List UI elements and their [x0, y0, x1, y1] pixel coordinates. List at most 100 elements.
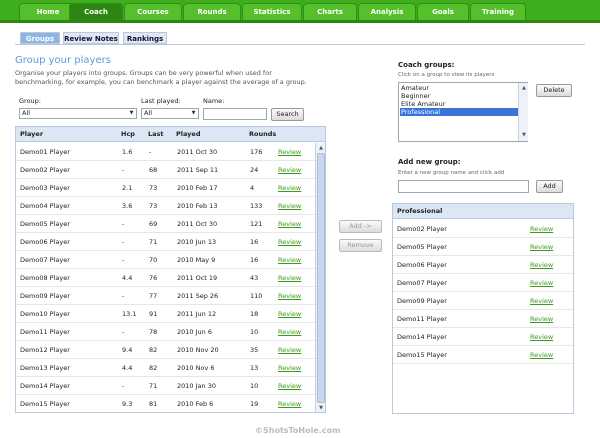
cell-player: Demo14 Player	[20, 382, 70, 390]
review-link[interactable]: Review	[530, 297, 553, 305]
scroll-down-icon[interactable]: ▼	[317, 404, 325, 412]
col-header-hcp[interactable]: Hcp	[121, 130, 135, 138]
nav-tab-courses[interactable]: Courses	[124, 3, 182, 20]
group-filter-select[interactable]: All ▼	[19, 108, 137, 119]
table-row[interactable]: Demo05 Player - 69 2011 Oct 30 121 Review	[16, 215, 316, 233]
review-link[interactable]: Review	[278, 220, 301, 228]
group-filter-value: All	[22, 109, 31, 117]
nav-tab-goals[interactable]: Goals	[417, 3, 469, 20]
col-header-last[interactable]: Last	[148, 130, 164, 138]
subtab-review-notes[interactable]: Review Notes	[63, 32, 119, 44]
table-row[interactable]: Demo14 Player - 71 2010 Jan 30 10 Review	[16, 377, 316, 395]
remove-from-group-button[interactable]: Remove	[339, 239, 382, 252]
delete-group-button[interactable]: Delete	[536, 84, 572, 97]
nav-tab-rounds[interactable]: Rounds	[183, 3, 241, 20]
table-row[interactable]: Demo10 Player 13.1 91 2011 Jun 12 18 Review	[16, 305, 316, 323]
col-header-rounds[interactable]: Rounds	[249, 130, 276, 138]
cell-last: 77	[149, 292, 158, 300]
nav-tab-coach[interactable]: Coach	[69, 3, 123, 20]
table-row[interactable]: Demo03 Player 2.1 73 2010 Feb 17 4 Review	[16, 179, 316, 197]
review-link[interactable]: Review	[278, 238, 301, 246]
subtab-rankings[interactable]: Rankings	[123, 32, 167, 44]
cell-played: 2010 May 9	[177, 256, 216, 264]
search-button[interactable]: Search	[271, 108, 304, 121]
cell-last: 78	[149, 328, 158, 336]
group-filter-label: Group:	[19, 97, 41, 105]
last-played-select[interactable]: All ▼	[141, 108, 199, 119]
review-link[interactable]: Review	[278, 400, 301, 408]
scroll-up-icon[interactable]: ▲	[520, 84, 528, 92]
group-option-professional[interactable]: Professional	[400, 108, 518, 116]
table-row[interactable]: Demo08 Player 4.4 76 2011 Oct 19 43 Review	[16, 269, 316, 287]
group-option-beginner[interactable]: Beginner	[400, 92, 518, 100]
table-row[interactable]: Demo09 Player Review	[393, 292, 573, 310]
group-members-header: Professional	[393, 204, 573, 219]
table-row[interactable]: Demo11 Player - 78 2010 Jun 6 10 Review	[16, 323, 316, 341]
review-link[interactable]: Review	[278, 184, 301, 192]
players-scrollbar[interactable]: ▲ ▼	[315, 143, 325, 412]
table-row[interactable]: Demo05 Player Review	[393, 238, 573, 256]
review-link[interactable]: Review	[278, 310, 301, 318]
nav-tab-statistics[interactable]: Statistics	[242, 3, 302, 20]
review-link[interactable]: Review	[530, 225, 553, 233]
groups-scrollbar[interactable]: ▲ ▼	[518, 83, 528, 141]
review-link[interactable]: Review	[530, 351, 553, 359]
table-row[interactable]: Demo06 Player - 71 2010 Jun 13 16 Review	[16, 233, 316, 251]
table-row[interactable]: Demo04 Player 3.6 73 2010 Feb 13 133 Review	[16, 197, 316, 215]
cell-played: 2010 Nov 6	[177, 364, 215, 372]
cell-last: 82	[149, 364, 158, 372]
review-link[interactable]: Review	[278, 256, 301, 264]
new-group-input[interactable]	[398, 180, 529, 193]
table-row[interactable]: Demo01 Player 1.6 - 2011 Oct 30 176 Review	[16, 143, 316, 161]
group-option-amateur[interactable]: Amateur	[400, 84, 518, 92]
table-row[interactable]: Demo15 Player Review	[393, 346, 573, 364]
cell-rounds: 19	[250, 400, 259, 408]
review-link[interactable]: Review	[530, 243, 553, 251]
table-row[interactable]: Demo02 Player - 68 2011 Sep 11 24 Review	[16, 161, 316, 179]
nav-tab-analysis[interactable]: Analysis	[358, 3, 416, 20]
review-link[interactable]: Review	[278, 328, 301, 336]
table-row[interactable]: Demo13 Player 4.4 82 2010 Nov 6 13 Review	[16, 359, 316, 377]
scroll-down-icon[interactable]: ▼	[520, 131, 528, 139]
table-row[interactable]: Demo07 Player - 70 2010 May 9 16 Review	[16, 251, 316, 269]
cell-player: Demo14 Player	[397, 333, 447, 341]
review-link[interactable]: Review	[278, 274, 301, 282]
table-row[interactable]: Demo09 Player - 77 2011 Sep 26 110 Review	[16, 287, 316, 305]
review-link[interactable]: Review	[278, 364, 301, 372]
table-row[interactable]: Demo15 Player 9.3 81 2010 Feb 6 19 Review	[16, 395, 316, 412]
review-link[interactable]: Review	[278, 148, 301, 156]
table-row[interactable]: Demo11 Player Review	[393, 310, 573, 328]
name-filter-input[interactable]	[203, 108, 267, 120]
review-link[interactable]: Review	[530, 315, 553, 323]
review-link[interactable]: Review	[530, 279, 553, 287]
col-header-player[interactable]: Player	[20, 130, 43, 138]
coach-groups-listbox[interactable]: Amateur Beginner Elite Amateur Professio…	[398, 82, 528, 142]
nav-tab-training[interactable]: Training	[470, 3, 526, 20]
col-header-played[interactable]: Played	[176, 130, 200, 138]
group-option-elite-amateur[interactable]: Elite Amateur	[400, 100, 518, 108]
nav-tab-charts[interactable]: Charts	[303, 3, 357, 20]
add-group-button[interactable]: Add	[536, 180, 563, 193]
review-link[interactable]: Review	[530, 261, 553, 269]
review-link[interactable]: Review	[278, 166, 301, 174]
cell-hcp: -	[122, 382, 125, 390]
table-row[interactable]: Demo02 Player Review	[393, 220, 573, 238]
review-link[interactable]: Review	[530, 333, 553, 341]
cell-player: Demo10 Player	[20, 310, 70, 318]
table-row[interactable]: Demo12 Player 9.4 82 2010 Nov 20 35 Review	[16, 341, 316, 359]
subtab-groups[interactable]: Groups	[20, 32, 60, 44]
scroll-thumb[interactable]	[317, 153, 325, 403]
last-played-value: All	[144, 109, 153, 117]
review-link[interactable]: Review	[278, 382, 301, 390]
add-to-group-button[interactable]: Add ->	[339, 220, 382, 233]
name-filter-label: Name:	[203, 97, 225, 105]
cell-rounds: 16	[250, 238, 259, 246]
table-row[interactable]: Demo14 Player Review	[393, 328, 573, 346]
table-row[interactable]: Demo06 Player Review	[393, 256, 573, 274]
review-link[interactable]: Review	[278, 202, 301, 210]
review-link[interactable]: Review	[278, 346, 301, 354]
cell-hcp: 1.6	[122, 148, 133, 156]
scroll-up-icon[interactable]: ▲	[317, 144, 325, 152]
table-row[interactable]: Demo07 Player Review	[393, 274, 573, 292]
review-link[interactable]: Review	[278, 292, 301, 300]
